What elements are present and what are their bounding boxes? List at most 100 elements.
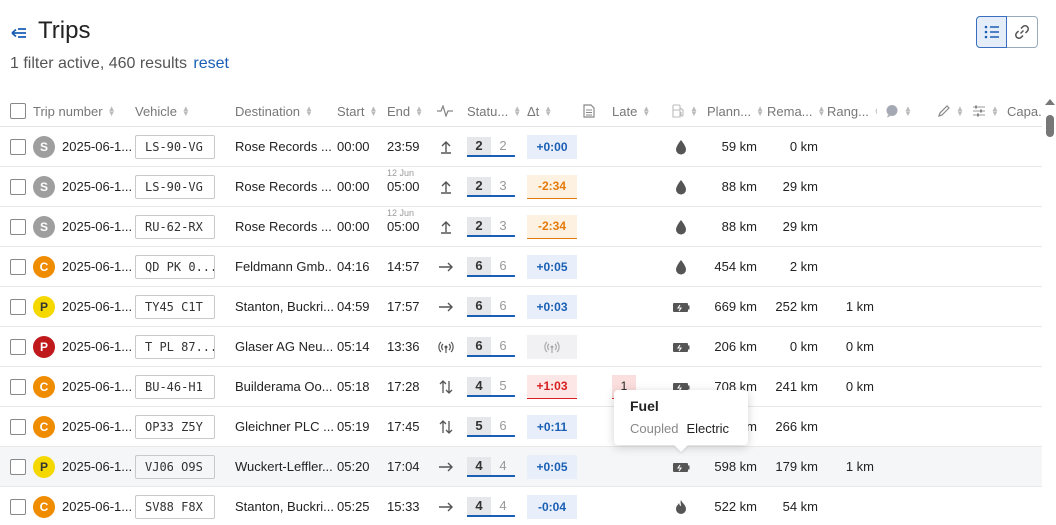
col-start[interactable]: Start ▲ ▼ (337, 95, 383, 127)
table-row[interactable]: C 2025-06-1... BU-46-H1 Builderama Oo... 05:… (0, 367, 1042, 407)
col-destination[interactable]: Destination ▲ ▼ (235, 95, 330, 127)
planned-distance: 598 km (714, 459, 757, 474)
table-row[interactable]: C 2025-06-1... SV88 F8X Stanton, Buckri... 0… (0, 487, 1042, 525)
table-row[interactable]: S 2025-06-1... LS-90-VG Rose Records ... 00:… (0, 167, 1042, 207)
right-arrow-icon (437, 487, 455, 525)
fuel-drop-icon[interactable] (672, 167, 690, 206)
battery-icon[interactable] (672, 447, 690, 486)
trip-number[interactable]: 2025-06-1... (62, 367, 132, 406)
vehicle-plate[interactable]: T PL 87... (135, 327, 215, 366)
trip-number[interactable]: 2025-06-1... (62, 207, 132, 246)
vehicle-plate[interactable]: LS-90-VG (135, 167, 215, 206)
range-distance: 0 km (845, 339, 874, 354)
col-comments[interactable]: ▲ ▼ (885, 95, 915, 127)
col-status[interactable]: Statu... ▲ ▼ (467, 95, 523, 127)
row-checkbox[interactable] (10, 287, 26, 326)
select-all-checkbox[interactable] (10, 95, 26, 127)
col-range[interactable]: Rang...▲▼ (827, 95, 877, 127)
upload-arrow-icon (437, 167, 455, 206)
status-progress[interactable]: 56 (467, 407, 515, 446)
col-trip-number[interactable]: Trip number ▲ ▼ (33, 95, 123, 127)
col-end[interactable]: End ▲ ▼ (387, 95, 432, 127)
status-progress[interactable]: 66 (467, 247, 515, 286)
trip-number[interactable]: 2025-06-1... (62, 247, 132, 286)
scroll-up-icon[interactable] (1045, 99, 1055, 105)
row-checkbox[interactable] (10, 327, 26, 366)
table-row[interactable]: S 2025-06-1... RU-62-RX Rose Records ... 00:… (0, 207, 1042, 247)
vehicle-plate[interactable]: SV88 F8X (135, 487, 215, 525)
sliders-icon (973, 105, 985, 117)
delta-time: +0:05 (527, 247, 577, 286)
col-activity[interactable] (437, 95, 465, 127)
col-capacity[interactable]: Capa... (1007, 95, 1042, 127)
table-row[interactable]: P 2025-06-1... T PL 87... Glaser AG Neu... 0… (0, 327, 1042, 367)
table-row[interactable]: P 2025-06-1... TY45 C1T Stanton, Buckri... 0… (0, 287, 1042, 327)
planned-distance: 669 km (714, 299, 757, 314)
delta-time: +1:03 (527, 367, 577, 406)
planned-distance: 88 km (721, 219, 757, 234)
reset-filters-link[interactable]: reset (193, 55, 229, 72)
row-checkbox[interactable] (10, 207, 26, 246)
col-settings[interactable]: ▲ ▼ (972, 95, 1002, 127)
row-checkbox[interactable] (10, 247, 26, 286)
row-checkbox[interactable] (10, 167, 26, 206)
col-notes[interactable]: ▲ ▼ (937, 95, 967, 127)
start-time: 05:18 (337, 379, 370, 394)
col-documents[interactable] (583, 95, 605, 127)
list-view-button[interactable] (976, 16, 1007, 48)
row-checkbox[interactable] (10, 127, 26, 166)
range-distance: 1 km (845, 299, 874, 314)
vehicle-plate[interactable]: TY45 C1T (135, 287, 215, 326)
table-row[interactable]: P 2025-06-1... VJ06 O9S Wuckert-Leffler... 0… (0, 447, 1042, 487)
col-late[interactable]: Late ▲ ▼ (612, 95, 654, 127)
row-checkbox[interactable] (10, 447, 26, 486)
col-fuel[interactable]: ▲ ▼ (672, 95, 702, 127)
vehicle-plate[interactable]: LS-90-VG (135, 127, 215, 166)
trip-number[interactable]: 2025-06-1... (62, 487, 132, 525)
fuel-drop-icon[interactable] (672, 247, 690, 286)
col-delta[interactable]: Δt ▲ ▼ (527, 95, 577, 127)
gas-flame-icon[interactable] (672, 487, 690, 525)
status-progress[interactable]: 66 (467, 287, 515, 326)
trip-number[interactable]: 2025-06-1... (62, 407, 132, 446)
start-time: 04:16 (337, 259, 370, 274)
scrollbar-thumb[interactable] (1046, 115, 1054, 137)
status-progress[interactable]: 44 (467, 487, 515, 525)
fuel-drop-icon[interactable] (672, 207, 690, 246)
status-progress[interactable]: 45 (467, 367, 515, 406)
row-checkbox[interactable] (10, 367, 26, 406)
table-row[interactable]: C 2025-06-1... QD PK 0... Feldmann Gmb... 04… (0, 247, 1042, 287)
trip-number[interactable]: 2025-06-1... (62, 447, 132, 486)
company-badge: P (33, 287, 55, 326)
status-progress[interactable]: 23 (467, 167, 515, 206)
status-progress[interactable]: 44 (467, 447, 515, 486)
trip-number[interactable]: 2025-06-1... (62, 327, 132, 366)
fuel-drop-icon[interactable] (672, 127, 690, 166)
trip-number[interactable]: 2025-06-1... (62, 127, 132, 166)
status-progress[interactable]: 66 (467, 327, 515, 366)
range-distance (820, 487, 874, 525)
company-badge: C (33, 247, 55, 286)
trip-number[interactable]: 2025-06-1... (62, 167, 132, 206)
table-row[interactable]: S 2025-06-1... LS-90-VG Rose Records ... 00:… (0, 127, 1042, 167)
trip-number[interactable]: 2025-06-1... (62, 287, 132, 326)
vehicle-plate[interactable]: QD PK 0... (135, 247, 215, 286)
row-checkbox[interactable] (10, 487, 26, 525)
battery-icon[interactable] (672, 327, 690, 366)
row-checkbox[interactable] (10, 407, 26, 446)
table-row[interactable]: C 2025-06-1... OP33 Z5Y Gleichner PLC ... 05… (0, 407, 1042, 447)
vehicle-plate[interactable]: VJ06 O9S (135, 447, 215, 486)
vehicle-plate[interactable]: BU-46-H1 (135, 367, 215, 406)
link-view-button[interactable] (1007, 16, 1038, 48)
status-progress[interactable]: 22 (467, 127, 515, 166)
col-remaining[interactable]: Rema... ▲ ▼ (767, 95, 825, 127)
col-vehicle[interactable]: Vehicle ▲ ▼ (135, 95, 225, 127)
collapse-sidebar-icon[interactable] (10, 24, 28, 42)
vertical-scrollbar[interactable] (1042, 95, 1056, 525)
status-progress[interactable]: 23 (467, 207, 515, 246)
vehicle-plate[interactable]: OP33 Z5Y (135, 407, 215, 446)
end-time: 12 Jun 05:00 (387, 208, 420, 234)
battery-icon[interactable] (672, 287, 690, 326)
vehicle-plate[interactable]: RU-62-RX (135, 207, 215, 246)
col-planned[interactable]: Plann... ▲ ▼ (707, 95, 765, 127)
